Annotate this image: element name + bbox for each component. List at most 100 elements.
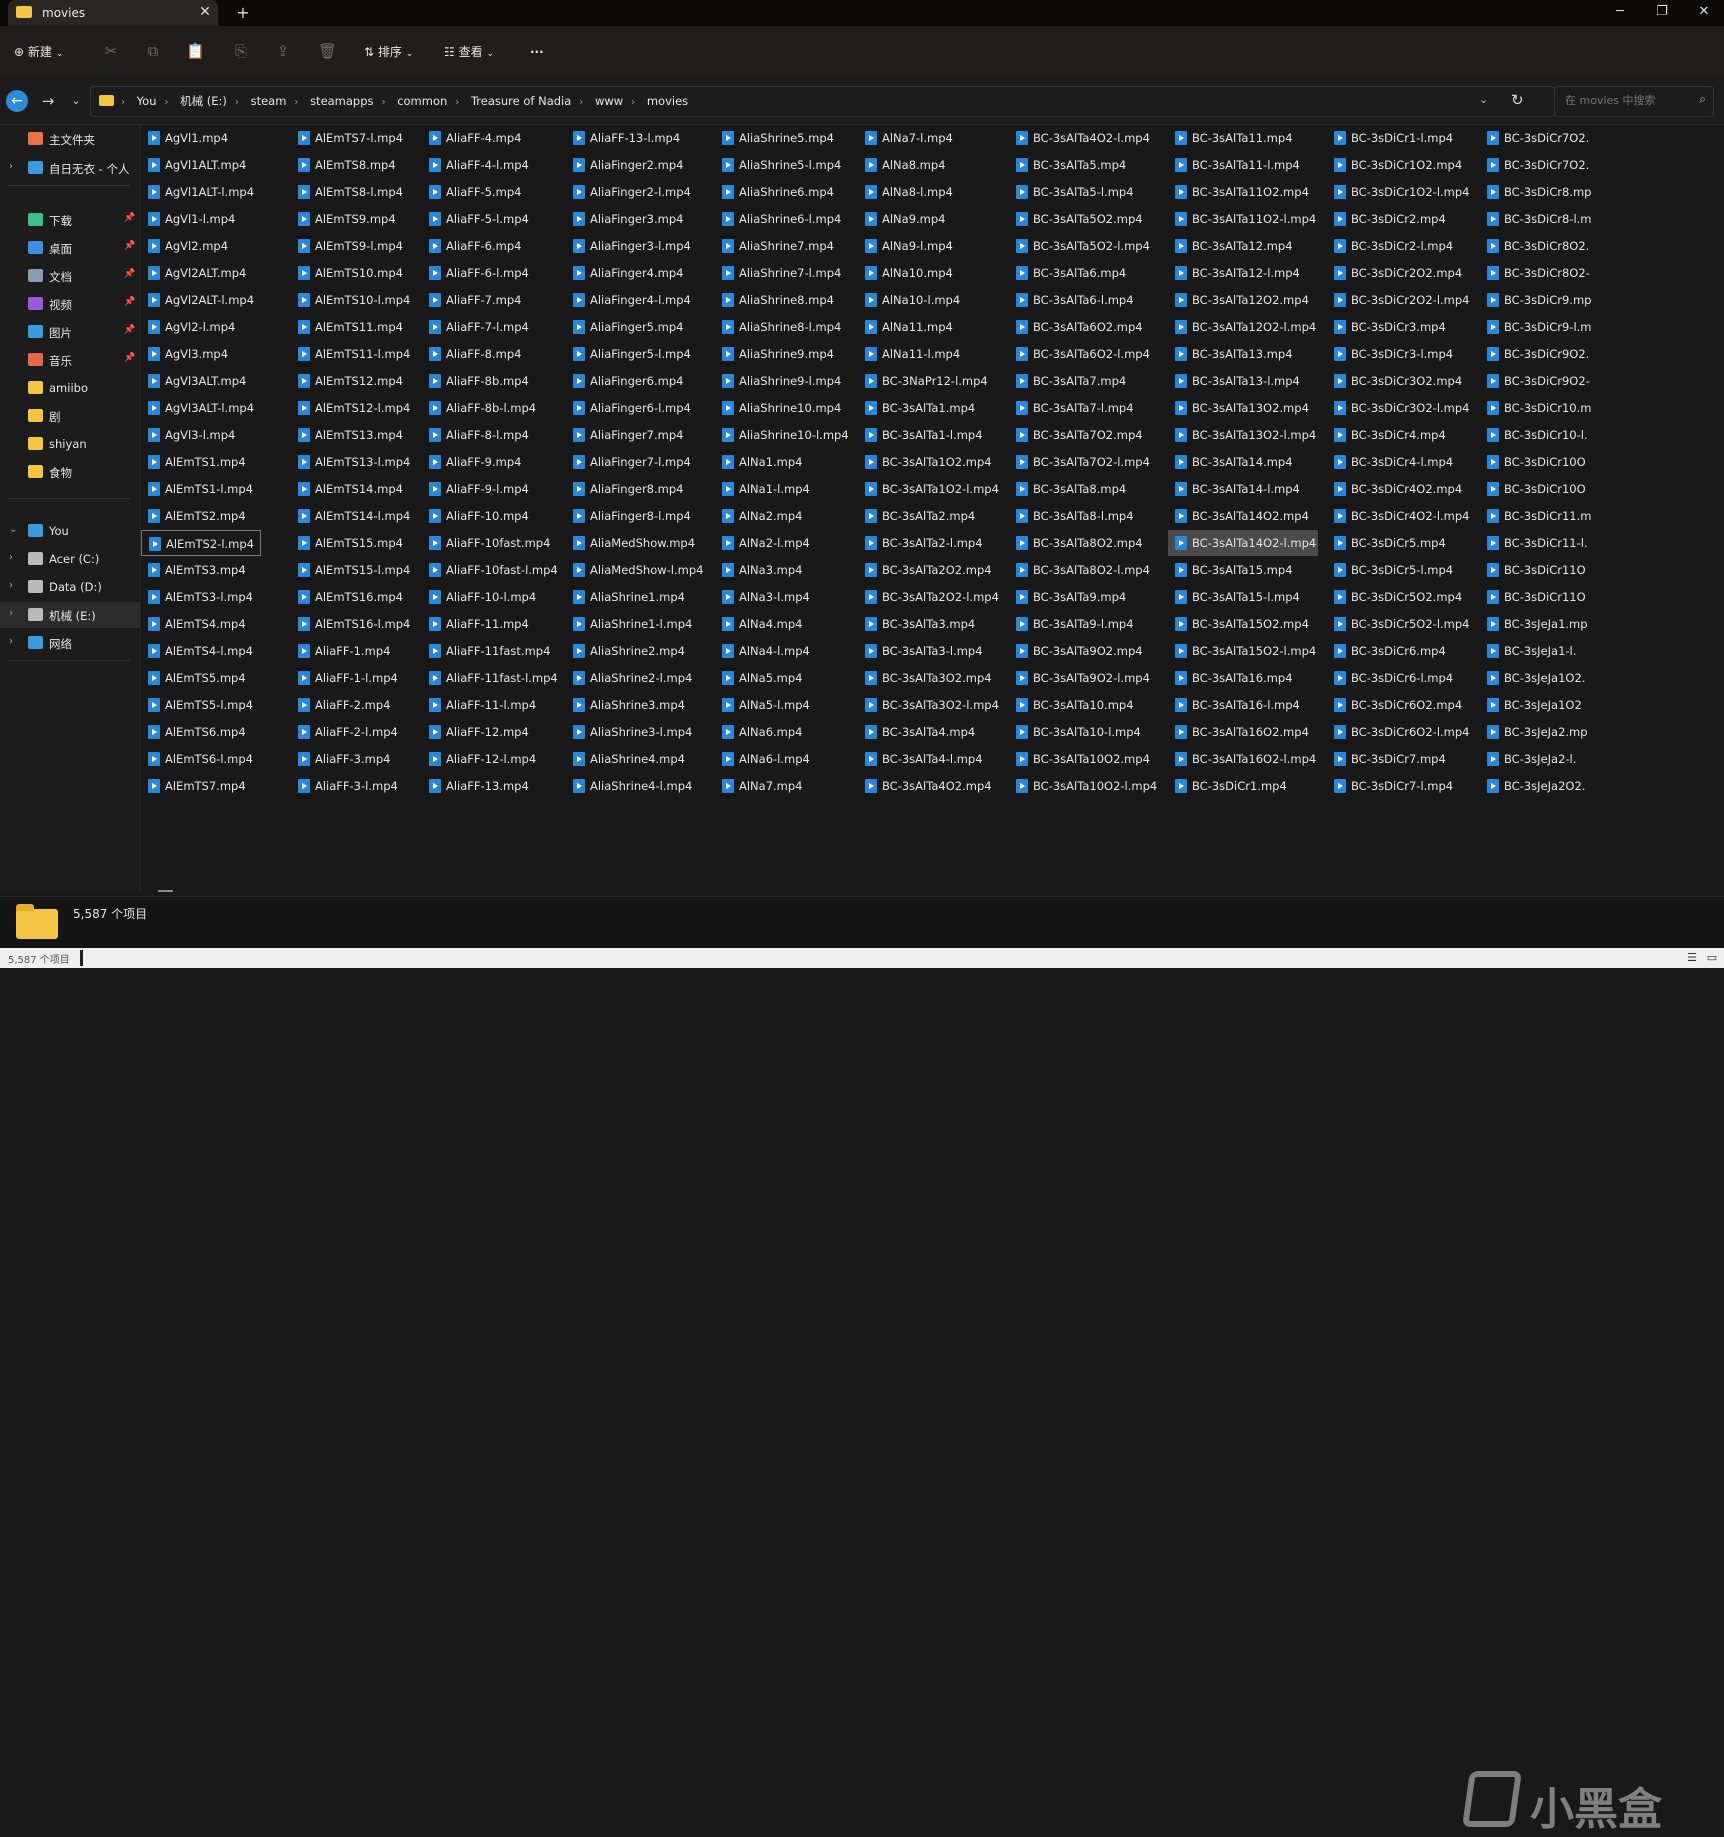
file-item[interactable]: AliaFinger4-l.mp4 bbox=[566, 287, 706, 313]
back-arrow-icon[interactable]: ← bbox=[6, 90, 28, 112]
file-item[interactable]: BC-3sDiCr8O2. bbox=[1480, 233, 1640, 259]
breadcrumb-www[interactable]: www bbox=[595, 94, 623, 108]
file-item[interactable]: AlEmTS13-l.mp4 bbox=[291, 449, 411, 475]
file-item[interactable]: AlEmTS15.mp4 bbox=[291, 530, 411, 556]
file-item[interactable]: BC-3sDiCr4-l.mp4 bbox=[1327, 449, 1472, 475]
details-view-icon[interactable]: ☰ bbox=[1684, 950, 1700, 966]
file-item[interactable]: BC-3NaPr12-l.mp4 bbox=[858, 368, 998, 394]
file-item[interactable]: BC-3sDiCr7O2. bbox=[1480, 125, 1640, 151]
rename-icon[interactable]: ⎘ bbox=[232, 42, 250, 60]
file-item[interactable]: AlEmTS16-l.mp4 bbox=[291, 611, 411, 637]
file-item[interactable]: BC-3sDiCr8-l.m bbox=[1480, 206, 1640, 232]
file-item[interactable]: AlEmTS11.mp4 bbox=[291, 314, 411, 340]
file-item[interactable]: BC-3sAlTa13O2-l.mp4 bbox=[1168, 422, 1318, 448]
file-item[interactable]: BC-3sDiCr5O2.mp4 bbox=[1327, 584, 1472, 610]
search-box[interactable]: ⌕ bbox=[1554, 86, 1714, 117]
file-item[interactable]: BC-3sDiCr2.mp4 bbox=[1327, 206, 1472, 232]
file-item[interactable]: AliaFF-11-l.mp4 bbox=[422, 692, 557, 718]
file-item[interactable]: BC-3sDiCr8.mp bbox=[1480, 179, 1640, 205]
file-item[interactable]: BC-3sDiCr2-l.mp4 bbox=[1327, 233, 1472, 259]
file-item[interactable]: AliaShrine9.mp4 bbox=[715, 341, 845, 367]
file-item[interactable]: AlNa6.mp4 bbox=[715, 719, 845, 745]
file-item[interactable]: BC-3sAlTa13-l.mp4 bbox=[1168, 368, 1318, 394]
file-item[interactable]: AliaFinger6-l.mp4 bbox=[566, 395, 706, 421]
file-item[interactable]: AlNa10-l.mp4 bbox=[858, 287, 998, 313]
file-item[interactable]: BC-3sDiCr9O2. bbox=[1480, 341, 1640, 367]
chevron-right-icon[interactable]: › bbox=[9, 608, 13, 619]
file-item[interactable]: AlEmTS12.mp4 bbox=[291, 368, 411, 394]
file-item[interactable]: BC-3sDiCr11O bbox=[1480, 584, 1640, 610]
file-item[interactable]: BC-3sDiCr4O2.mp4 bbox=[1327, 476, 1472, 502]
file-item[interactable]: BC-3sJeJa1O2. bbox=[1480, 665, 1640, 691]
file-item[interactable]: BC-3sDiCr8O2- bbox=[1480, 260, 1640, 286]
file-item[interactable]: AlEmTS6-l.mp4 bbox=[141, 746, 261, 772]
chevron-down-icon[interactable]: ⌄ bbox=[9, 524, 17, 535]
file-item[interactable]: BC-3sAlTa9.mp4 bbox=[1009, 584, 1154, 610]
file-item[interactable]: BC-3sAlTa16-l.mp4 bbox=[1168, 692, 1318, 718]
file-item[interactable]: BC-3sAlTa3O2-l.mp4 bbox=[858, 692, 999, 718]
tab-close-button[interactable]: ✕ bbox=[197, 4, 213, 20]
tab-movies[interactable]: movies ✕ bbox=[8, 0, 218, 26]
breadcrumb-movies[interactable]: movies bbox=[647, 94, 688, 108]
file-item[interactable]: AliaMedShow.mp4 bbox=[566, 530, 706, 556]
file-item[interactable]: AliaFinger7.mp4 bbox=[566, 422, 706, 448]
file-item[interactable]: AlEmTS3.mp4 bbox=[141, 557, 261, 583]
file-item[interactable]: AlNa3.mp4 bbox=[715, 557, 845, 583]
file-item[interactable]: AliaFinger2.mp4 bbox=[566, 152, 706, 178]
file-item[interactable]: BC-3sDiCr6-l.mp4 bbox=[1327, 665, 1472, 691]
file-item[interactable]: AliaFF-3.mp4 bbox=[291, 746, 411, 772]
breadcrumb-drive-e[interactable]: 机械 (E:) bbox=[180, 94, 227, 108]
file-item[interactable]: BC-3sAlTa1.mp4 bbox=[858, 395, 998, 421]
file-item[interactable]: AliaShrine8.mp4 bbox=[715, 287, 845, 313]
search-input[interactable] bbox=[1563, 93, 1687, 108]
address-bar[interactable]: › You › 机械 (E:) › steam › steamapps › common… bbox=[90, 86, 1555, 117]
file-item[interactable]: BC-3sDiCr5O2-l.mp4 bbox=[1327, 611, 1472, 637]
sort-button[interactable]: ⇅ 排序 ⌄ bbox=[364, 41, 413, 63]
sidebar-item[interactable]: › 网络 bbox=[0, 630, 140, 656]
file-item[interactable]: AlNa5.mp4 bbox=[715, 665, 845, 691]
file-item[interactable]: AlNa5-l.mp4 bbox=[715, 692, 845, 718]
file-item[interactable]: AliaFF-5-l.mp4 bbox=[422, 206, 557, 232]
file-item[interactable]: BC-3sAlTa15O2.mp4 bbox=[1168, 611, 1318, 637]
new-tab-button[interactable]: + bbox=[233, 3, 253, 23]
file-item[interactable]: AliaShrine4-l.mp4 bbox=[566, 773, 706, 799]
file-item[interactable]: BC-3sAlTa14O2-l.mp4 bbox=[1168, 530, 1318, 556]
file-item[interactable]: BC-3sDiCr10.m bbox=[1480, 395, 1640, 421]
file-item[interactable]: BC-3sDiCr3.mp4 bbox=[1327, 314, 1472, 340]
file-item[interactable]: AliaFF-6-l.mp4 bbox=[422, 260, 557, 286]
file-item[interactable]: AgVl1ALT.mp4 bbox=[141, 152, 261, 178]
file-item[interactable]: AliaFF-4-l.mp4 bbox=[422, 152, 557, 178]
file-item[interactable]: BC-3sAlTa10O2.mp4 bbox=[1009, 746, 1154, 772]
file-item[interactable]: BC-3sAlTa4-l.mp4 bbox=[858, 746, 998, 772]
chevron-right-icon[interactable]: › bbox=[9, 552, 13, 563]
file-item[interactable]: BC-3sJeJa1O2 bbox=[1480, 692, 1640, 718]
file-item[interactable]: AlEmTS9-l.mp4 bbox=[291, 233, 411, 259]
file-item[interactable]: AlEmTS4.mp4 bbox=[141, 611, 261, 637]
file-item[interactable]: BC-3sAlTa10.mp4 bbox=[1009, 692, 1154, 718]
file-item[interactable]: BC-3sDiCr6O2.mp4 bbox=[1327, 692, 1472, 718]
file-item[interactable]: AliaFinger5.mp4 bbox=[566, 314, 706, 340]
file-item[interactable]: BC-3sDiCr7-l.mp4 bbox=[1327, 773, 1472, 799]
sidebar-item[interactable]: 文档 📌 bbox=[0, 263, 140, 289]
file-item[interactable]: BC-3sAlTa10-l.mp4 bbox=[1009, 719, 1154, 745]
file-item[interactable]: AliaShrine3.mp4 bbox=[566, 692, 706, 718]
file-item[interactable]: BC-3sAlTa8.mp4 bbox=[1009, 476, 1154, 502]
file-item[interactable]: AgVl3ALT.mp4 bbox=[141, 368, 261, 394]
file-item[interactable]: BC-3sAlTa15.mp4 bbox=[1168, 557, 1318, 583]
file-item[interactable]: BC-3sAlTa1-l.mp4 bbox=[858, 422, 998, 448]
file-item[interactable]: BC-3sDiCr9-l.m bbox=[1480, 314, 1640, 340]
breadcrumb-steamapps[interactable]: steamapps bbox=[310, 94, 373, 108]
file-item[interactable]: AlNa10.mp4 bbox=[858, 260, 998, 286]
file-item[interactable]: AlEmTS15-l.mp4 bbox=[291, 557, 411, 583]
file-item[interactable]: BC-3sDiCr3-l.mp4 bbox=[1327, 341, 1472, 367]
file-item[interactable]: AliaShrine1.mp4 bbox=[566, 584, 706, 610]
file-item[interactable]: AliaShrine7-l.mp4 bbox=[715, 260, 845, 286]
file-item[interactable]: AlEmTS8.mp4 bbox=[291, 152, 411, 178]
address-dropdown-icon[interactable]: ⌄ bbox=[1479, 93, 1488, 106]
restore-button[interactable]: ❐ bbox=[1646, 2, 1678, 22]
file-item[interactable]: AlNa4.mp4 bbox=[715, 611, 845, 637]
file-item[interactable]: AlNa1-l.mp4 bbox=[715, 476, 845, 502]
file-item[interactable]: AliaShrine2.mp4 bbox=[566, 638, 706, 664]
file-item[interactable]: AliaFF-13-l.mp4 bbox=[566, 125, 706, 151]
file-item[interactable]: BC-3sAlTa2.mp4 bbox=[858, 503, 998, 529]
